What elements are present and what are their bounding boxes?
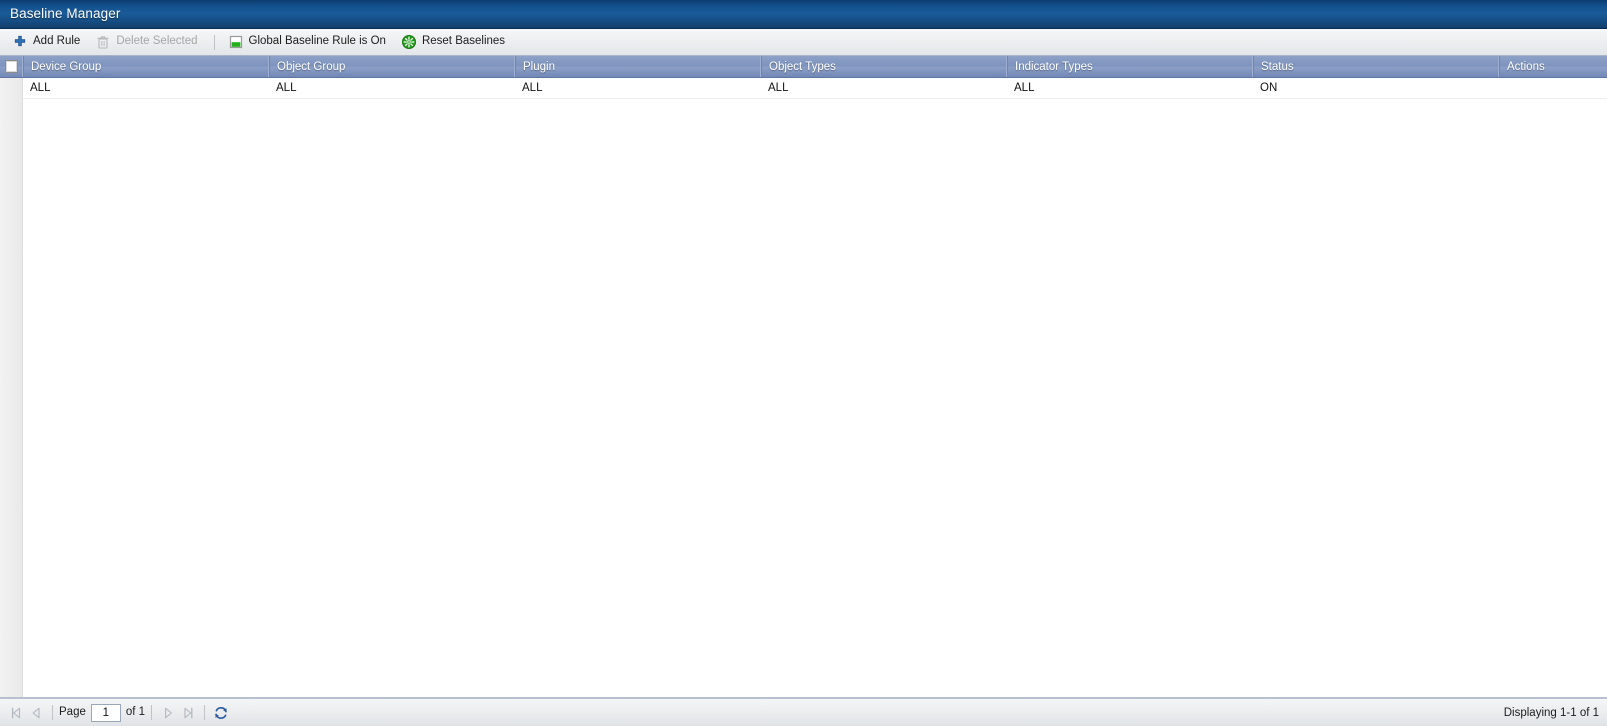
paging-separator-2 bbox=[151, 705, 153, 720]
global-baseline-rule-toggle[interactable]: Global Baseline Rule is On bbox=[223, 32, 394, 53]
column-header-status-label: Status bbox=[1261, 60, 1294, 73]
table-row[interactable]: ALL ALL ALL ALL ALL ON bbox=[0, 78, 1607, 99]
add-rule-button[interactable]: Add Rule bbox=[7, 32, 88, 53]
refresh-button[interactable] bbox=[211, 703, 231, 723]
displaying-status: Displaying 1-1 of 1 bbox=[1503, 706, 1599, 719]
trash-icon bbox=[95, 34, 111, 50]
toolbar: Add Rule Delete Selected Global Baseline… bbox=[0, 29, 1607, 56]
page-total-label: of 1 bbox=[125, 705, 146, 718]
cell-object-group: ALL bbox=[276, 82, 297, 94]
plus-icon bbox=[12, 34, 28, 50]
column-header-actions-label: Actions bbox=[1507, 60, 1545, 73]
toggle-on-icon bbox=[228, 34, 244, 50]
cell-plugin: ALL bbox=[522, 82, 543, 94]
delete-selected-label: Delete Selected bbox=[116, 35, 198, 48]
refresh-icon bbox=[213, 705, 229, 721]
cell-object-types: ALL bbox=[768, 82, 789, 94]
column-header-indicator-types[interactable]: Indicator Types bbox=[1007, 56, 1253, 77]
last-page-icon bbox=[180, 705, 196, 721]
baseline-rules-grid: Device Group Object Group Plugin Object … bbox=[0, 56, 1607, 698]
column-header-plugin-label: Plugin bbox=[523, 60, 555, 73]
paging-separator-1 bbox=[52, 705, 53, 720]
first-page-button[interactable] bbox=[6, 703, 26, 723]
page-label: Page bbox=[59, 705, 86, 718]
toolbar-separator bbox=[213, 34, 215, 50]
checkbox-column-stripe bbox=[0, 78, 23, 697]
column-header-status[interactable]: Status bbox=[1253, 56, 1499, 77]
reset-baselines-label: Reset Baselines bbox=[421, 35, 506, 48]
column-header-object-types[interactable]: Object Types bbox=[761, 56, 1007, 77]
paging-toolbar: Page of 1 bbox=[0, 698, 1607, 726]
column-header-indicator-types-label: Indicator Types bbox=[1015, 60, 1093, 73]
column-header-actions[interactable]: Actions bbox=[1499, 56, 1601, 77]
page-number-input[interactable] bbox=[90, 703, 121, 722]
cell-status: ON bbox=[1260, 82, 1278, 94]
next-page-icon bbox=[160, 705, 176, 721]
column-header-select-all bbox=[0, 56, 23, 77]
cell-device-group: ALL bbox=[30, 82, 51, 94]
column-header-object-group-label: Object Group bbox=[277, 60, 346, 73]
reset-gear-icon bbox=[401, 34, 417, 50]
select-all-checkbox[interactable] bbox=[4, 60, 18, 73]
column-header-device-group[interactable]: Device Group bbox=[23, 56, 269, 77]
first-page-icon bbox=[8, 705, 24, 721]
prev-page-icon bbox=[28, 705, 44, 721]
last-page-button[interactable] bbox=[178, 703, 198, 723]
window-title-bar: Baseline Manager bbox=[0, 0, 1607, 29]
grid-body: ALL ALL ALL ALL ALL ON bbox=[0, 78, 1607, 697]
global-baseline-rule-label: Global Baseline Rule is On bbox=[248, 35, 386, 48]
grid-header-row: Device Group Object Group Plugin Object … bbox=[0, 56, 1607, 78]
column-header-object-group[interactable]: Object Group bbox=[269, 56, 515, 77]
add-rule-label: Add Rule bbox=[33, 35, 81, 48]
page-title: Baseline Manager bbox=[10, 5, 121, 21]
paging-separator-3 bbox=[204, 705, 206, 720]
row-select-cell[interactable] bbox=[0, 78, 23, 98]
next-page-button[interactable] bbox=[158, 703, 178, 723]
cell-indicator-types: ALL bbox=[1014, 82, 1035, 94]
column-header-object-types-label: Object Types bbox=[769, 60, 836, 73]
prev-page-button[interactable] bbox=[26, 703, 46, 723]
delete-selected-button[interactable]: Delete Selected bbox=[90, 32, 205, 53]
cell-actions[interactable] bbox=[1499, 78, 1601, 98]
column-header-device-group-label: Device Group bbox=[31, 60, 102, 73]
baseline-manager-window: Baseline Manager Add Rule Delete Selecte… bbox=[0, 0, 1607, 726]
reset-baselines-button[interactable]: Reset Baselines bbox=[396, 32, 513, 53]
column-header-plugin[interactable]: Plugin bbox=[515, 56, 761, 77]
